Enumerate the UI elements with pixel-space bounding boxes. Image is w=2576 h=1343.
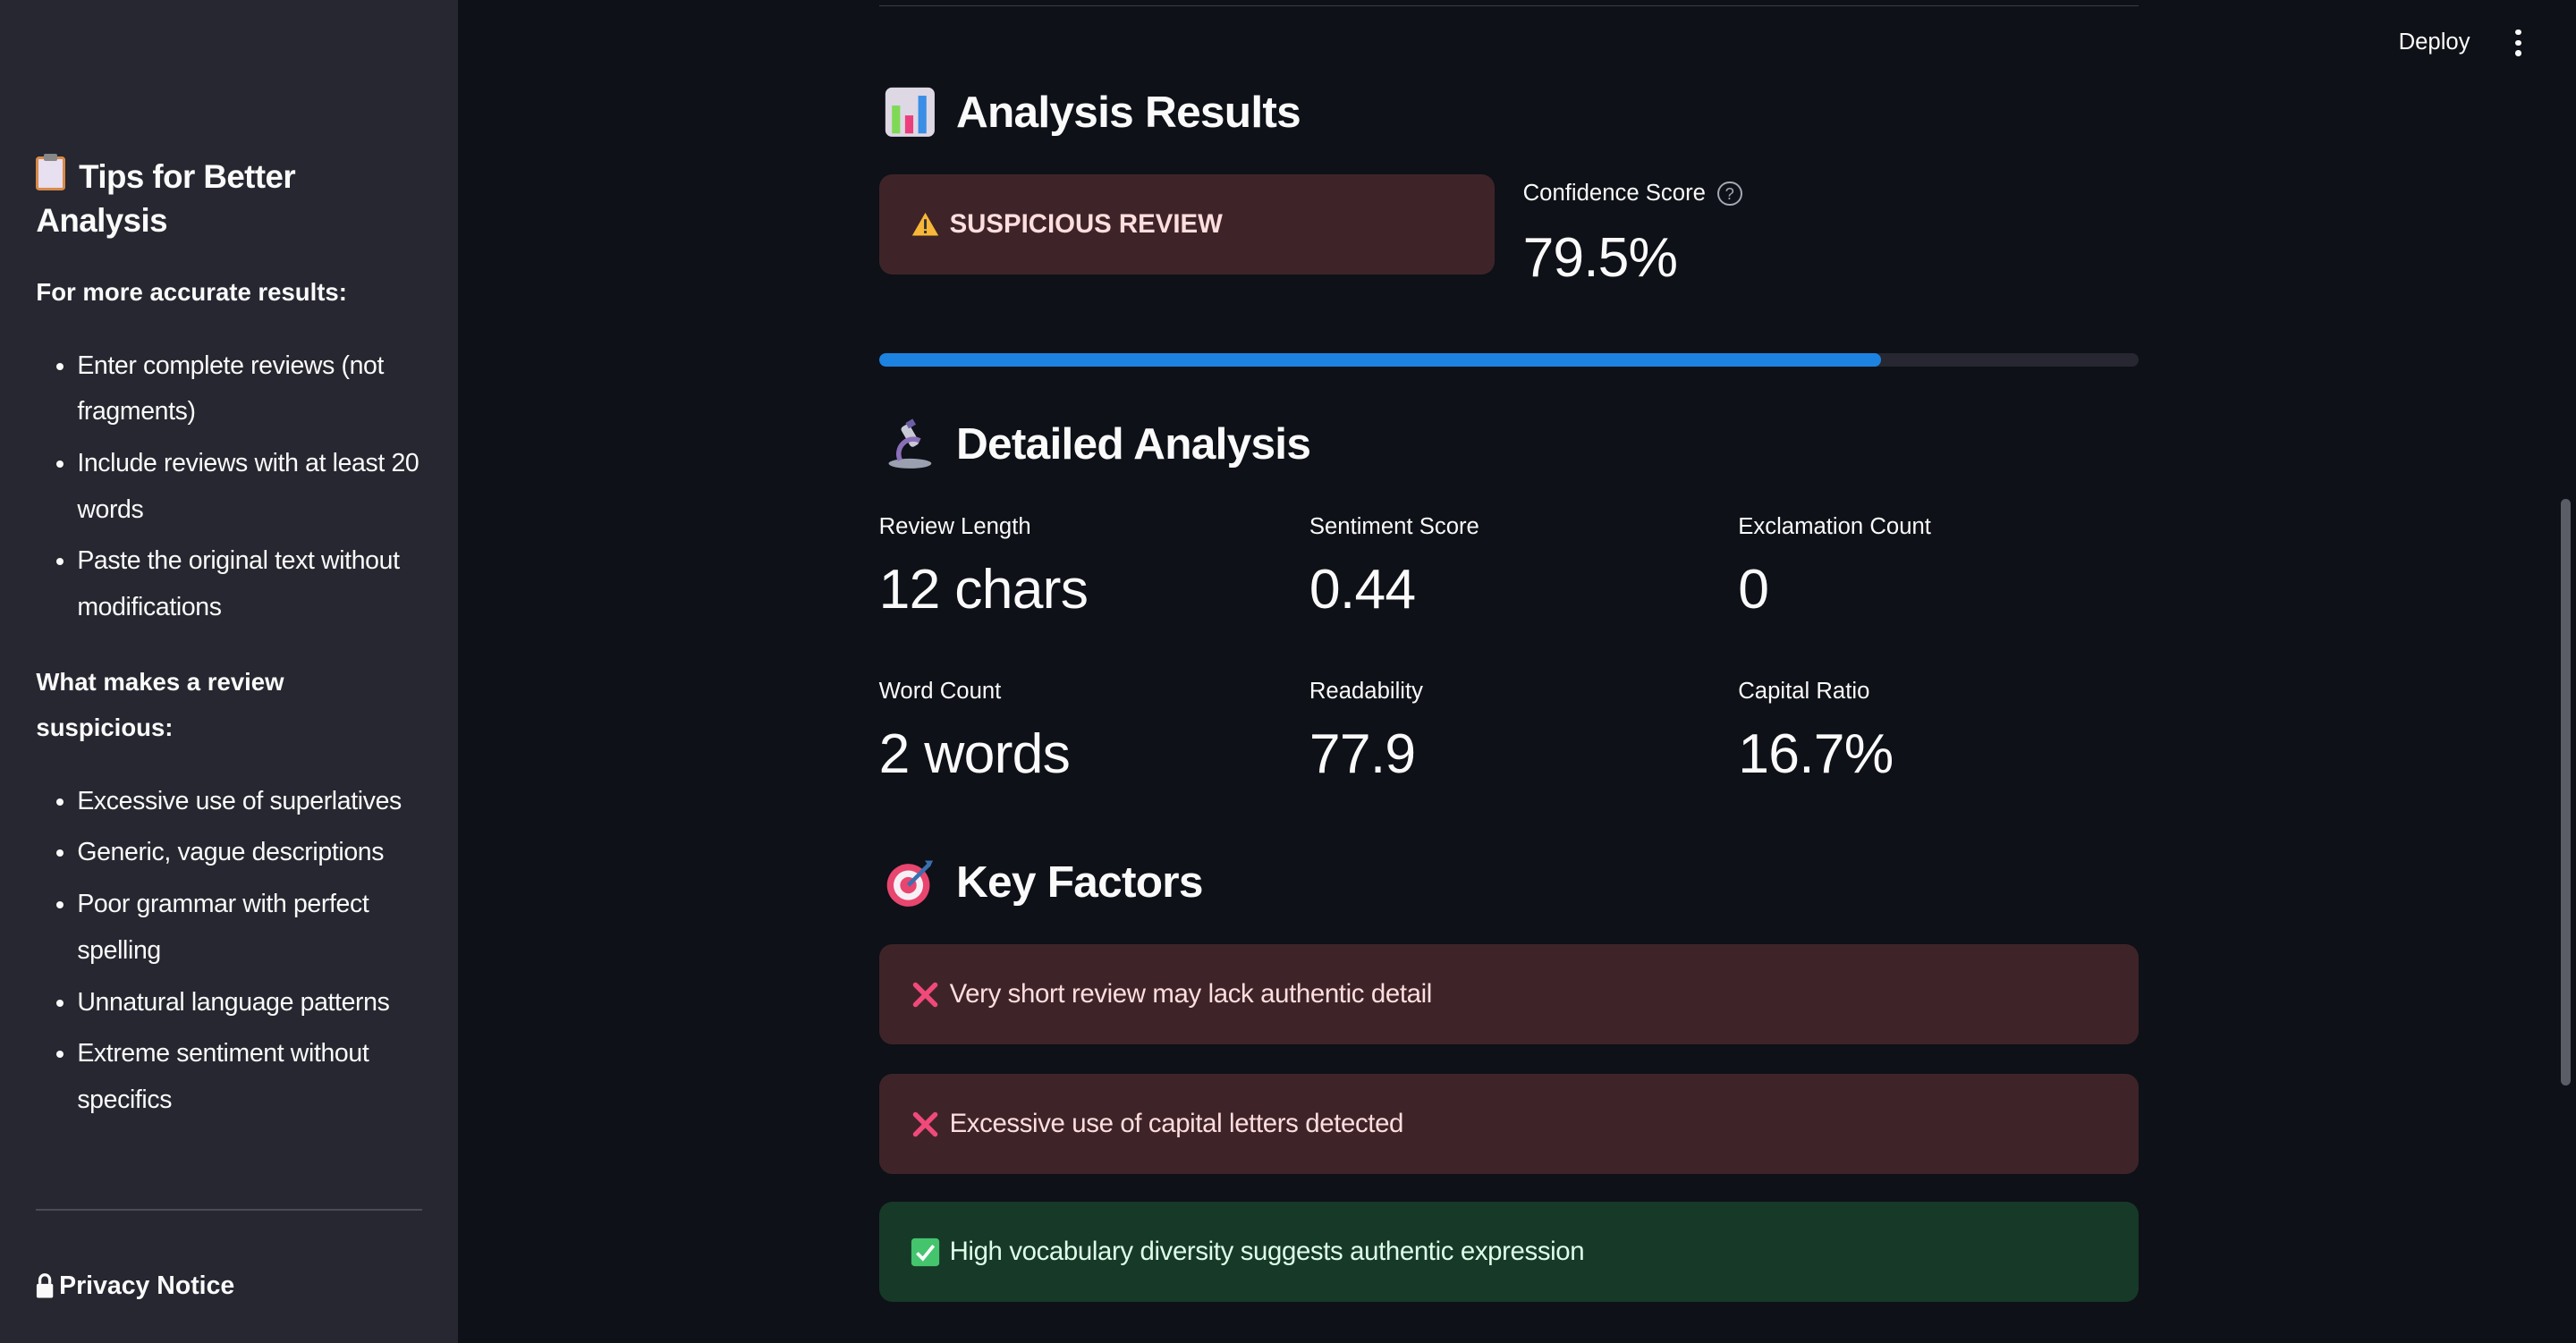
factor-alert-positive: High vocabulary diversity suggests authe… — [878, 1202, 2140, 1303]
metric-sentiment-score: Sentiment Score 0.44 — [1309, 511, 1720, 626]
key-factors-heading: Key Factors — [884, 856, 1203, 908]
metric-exclamation-count: Exclamation Count 0 — [1738, 511, 2148, 626]
clipboard-icon — [36, 154, 66, 191]
sidebar: Tips for Better Analysis For more accura… — [0, 0, 459, 1343]
help-icon[interactable]: ? — [1716, 181, 1742, 207]
detailed-analysis-heading: Detailed Analysis — [884, 418, 1311, 470]
bar-chart-icon — [884, 86, 936, 139]
metric-value: 0 — [1738, 557, 1769, 621]
metric-value: 0.44 — [1309, 557, 1416, 621]
confidence-label: Confidence Score ? — [1523, 181, 1742, 207]
metric-value: 12 chars — [878, 557, 1089, 621]
metric-word-count: Word Count 2 words — [879, 675, 1290, 790]
check-box-icon — [911, 1237, 939, 1267]
confidence-progress-bar — [878, 352, 2140, 367]
microscope-icon — [884, 418, 936, 470]
cross-icon — [912, 982, 937, 1007]
metric-label: Capital Ratio — [1738, 678, 1870, 704]
accurate-heading: For more accurate results: — [36, 278, 347, 307]
factor-alert-negative: Excessive use of capital letters detecte… — [878, 1074, 2140, 1175]
cross-icon — [912, 1111, 937, 1136]
list-item: Generic, vague descriptions — [77, 830, 430, 875]
app: Tips for Better Analysis For more accura… — [0, 0, 2576, 1343]
list-item: Include reviews with at least 20 words — [77, 441, 422, 533]
list-item: Excessive use of superlatives — [77, 779, 430, 824]
factor-alert-negative: Very short review may lack authentic det… — [878, 944, 2140, 1045]
sidebar-title: Tips for Better Analysis — [36, 154, 430, 243]
metric-value: 2 words — [878, 722, 1071, 785]
target-icon — [884, 856, 936, 908]
metric-label: Sentiment Score — [1309, 514, 1479, 540]
scrollbar[interactable] — [2561, 499, 2572, 1086]
deploy-button[interactable]: Deploy — [2385, 26, 2483, 58]
metric-capital-ratio: Capital Ratio 16.7% — [1738, 675, 2148, 790]
accurate-tips-list: Enter complete reviews (not fragments) I… — [36, 343, 422, 637]
verdict-alert: SUSPICIOUS REVIEW — [878, 173, 1496, 275]
divider — [878, 4, 2140, 7]
progress-fill — [878, 352, 1881, 367]
privacy-notice: Privacy Notice — [36, 1271, 234, 1301]
suspicious-heading: What makes a review suspicious: — [36, 667, 284, 741]
metric-label: Readability — [1309, 678, 1424, 704]
metric-label: Review Length — [878, 514, 1031, 540]
lock-icon — [37, 1273, 54, 1298]
list-item: Extreme sentiment without specifics — [77, 1031, 430, 1123]
sidebar-divider — [36, 1208, 423, 1211]
list-item: Poor grammar with perfect spelling — [77, 882, 430, 974]
metric-review-length: Review Length 12 chars — [879, 511, 1290, 626]
main-menu-icon[interactable] — [2509, 26, 2529, 59]
list-item: Unnatural language patterns — [77, 980, 430, 1026]
list-item: Enter complete reviews (not fragments) — [77, 343, 422, 435]
warning-icon — [911, 212, 938, 236]
metric-value: 16.7% — [1738, 722, 1894, 785]
analysis-results-heading: Analysis Results — [884, 86, 1301, 139]
confidence-value: 79.5% — [1522, 225, 1678, 289]
metric-label: Exclamation Count — [1738, 514, 1931, 540]
metric-value: 77.9 — [1309, 722, 1416, 785]
metric-label: Word Count — [878, 678, 1002, 704]
metric-readability: Readability 77.9 — [1309, 675, 1720, 790]
list-item: Paste the original text without modifica… — [77, 538, 422, 630]
suspicious-signs-list: Excessive use of superlatives Generic, v… — [36, 779, 430, 1129]
